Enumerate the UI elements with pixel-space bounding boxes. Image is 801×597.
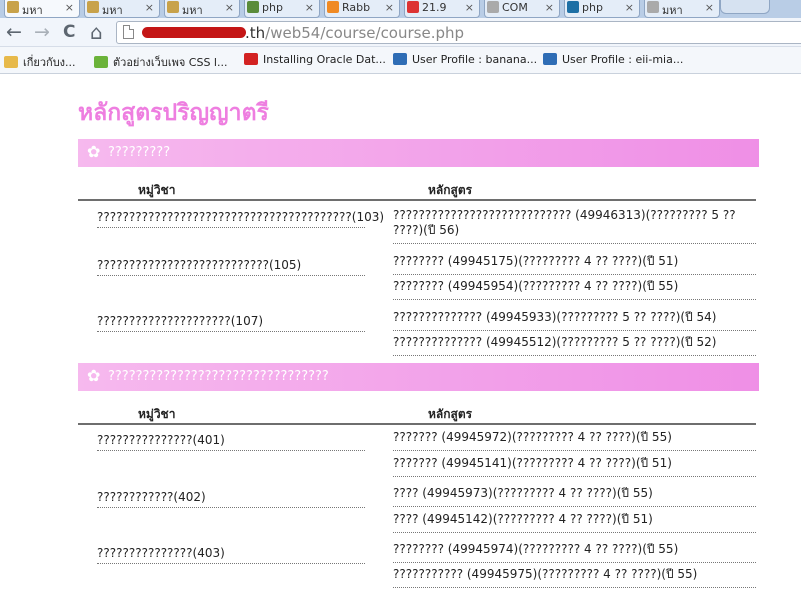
course-entry[interactable]: ?????????????? (49945933)(????????? 5 ??… — [393, 310, 756, 331]
tab-label: 21.9 — [422, 1, 447, 14]
bookmark-label: ตัวอย่างเว็บเพจ CSS l... — [113, 56, 228, 69]
wordpress-icon — [567, 1, 579, 13]
course-entry[interactable]: ???????????????????????????? (49946313)(… — [393, 208, 756, 244]
gear-icon: ✿ — [87, 366, 101, 385]
tab-label: COM — [502, 1, 528, 14]
close-tab-icon[interactable]: × — [305, 1, 314, 14]
close-tab-icon[interactable]: × — [145, 1, 154, 14]
bookmark-label: User Profile : eii-mia... — [562, 53, 684, 66]
group-name[interactable]: ???????????????(401) — [97, 433, 365, 451]
column-header-group: หมู่วิชา — [138, 183, 176, 197]
home-icon[interactable]: ⌂ — [90, 21, 103, 43]
page-icon — [123, 25, 134, 39]
star-icon — [94, 56, 108, 68]
section-header: ✿ ???????????????????????????????? — [78, 363, 759, 391]
course-entry[interactable]: ???? (49945973)(????????? 4 ?? ????)(ปี … — [393, 486, 756, 507]
blogger-icon — [327, 1, 339, 13]
column-header-course: หลักสูตร — [428, 407, 473, 421]
column-header-group: หมู่วิชา — [138, 407, 176, 421]
page-title: หลักสูตรปริญญาตรี — [78, 100, 269, 126]
group-name[interactable]: ????????????????????????????????????????… — [97, 210, 384, 228]
group-name[interactable]: ?????????????????????(107) — [97, 314, 365, 332]
page-icon — [167, 1, 179, 13]
bookmark-item[interactable]: Installing Oracle Dat... — [244, 53, 386, 66]
url-host: .th — [245, 24, 266, 42]
page-icon — [487, 1, 499, 13]
browser-tab[interactable]: มหา × — [4, 0, 80, 18]
browser-tab[interactable]: มหา × — [644, 0, 720, 18]
back-icon[interactable]: ← — [6, 21, 22, 43]
course-entry[interactable]: ???? (49945142)(????????? 4 ?? ????)(ปี … — [393, 512, 756, 533]
close-tab-icon[interactable]: × — [225, 1, 234, 14]
forward-icon[interactable]: → — [34, 21, 50, 43]
close-tab-icon[interactable]: × — [65, 1, 74, 14]
close-tab-icon[interactable]: × — [465, 1, 474, 14]
course-entry[interactable]: ??????? (49945972)(????????? 4 ?? ????)(… — [393, 430, 756, 451]
bookmarks-bar: เกี่ยวกับง... ตัวอย่างเว็บเพจ CSS l... I… — [0, 47, 801, 74]
browser-tab[interactable]: php × — [564, 0, 640, 18]
course-entry[interactable]: ??????? (49945141)(????????? 4 ?? ????)(… — [393, 456, 756, 477]
tab-label: php — [262, 1, 283, 14]
course-entry[interactable]: ???????? (49945954)(????????? 4 ?? ????)… — [393, 279, 756, 300]
close-tab-icon[interactable]: × — [545, 1, 554, 14]
url-path: /web54/course/course.php — [265, 24, 465, 42]
tab-strip: มหา × มหา × มหา × php × Rabb × 21.9 × CO… — [0, 0, 801, 18]
tab-label: มหา — [182, 4, 203, 17]
group-name[interactable]: ???????????????????????????(105) — [97, 258, 365, 276]
close-tab-icon[interactable]: × — [625, 1, 634, 14]
redacted-host — [142, 27, 246, 38]
tab-label: มหา — [102, 4, 123, 17]
bookmark-label: Installing Oracle Dat... — [263, 53, 386, 66]
course-entry[interactable]: ?????????????? (49945512)(????????? 5 ??… — [393, 335, 756, 356]
course-entry[interactable]: ???????? (49945974)(????????? 4 ?? ????)… — [393, 542, 756, 563]
header-divider — [78, 199, 756, 201]
browser-tab[interactable]: php × — [244, 0, 320, 18]
tab-label: php — [582, 1, 603, 14]
browser-tab[interactable]: COM × — [484, 0, 560, 18]
section-title: ????????? — [108, 145, 171, 160]
bookmark-item[interactable]: User Profile : eii-mia... — [543, 53, 683, 66]
oracle-icon — [407, 1, 419, 13]
section-title: ???????????????????????????????? — [108, 369, 329, 384]
profile-icon — [543, 53, 557, 65]
browser-tab[interactable]: 21.9 × — [404, 0, 480, 18]
profile-icon — [393, 53, 407, 65]
new-tab-button[interactable] — [720, 0, 770, 14]
browser-tab[interactable]: มหา × — [84, 0, 160, 18]
page-icon — [7, 1, 19, 13]
close-tab-icon[interactable]: × — [705, 1, 714, 14]
gear-icon: ✿ — [87, 142, 101, 161]
oracle-icon — [244, 53, 258, 65]
browser-toolbar: ← → C ⌂ .th/web54/course/course.php — [0, 18, 801, 47]
folder-icon — [4, 56, 18, 68]
bookmark-label: User Profile : banana... — [412, 53, 538, 66]
course-entry[interactable]: ???????? (49945175)(????????? 4 ?? ????)… — [393, 254, 756, 275]
group-name[interactable]: ????????????(402) — [97, 490, 365, 508]
reload-icon[interactable]: C — [63, 21, 75, 43]
tab-label: มหา — [22, 4, 43, 17]
page-icon — [647, 1, 659, 13]
header-divider — [78, 423, 756, 425]
address-bar[interactable]: .th/web54/course/course.php — [116, 21, 801, 44]
url-text: .th/web54/course/course.php — [245, 24, 464, 42]
browser-tab[interactable]: มหา × — [164, 0, 240, 18]
tab-label: Rabb — [342, 1, 371, 14]
section-header: ✿ ????????? — [78, 139, 759, 167]
course-entry[interactable]: ??????????? (49945975)(????????? 4 ?? ??… — [393, 567, 756, 588]
bookmark-item[interactable]: User Profile : banana... — [393, 53, 537, 66]
column-header-course: หลักสูตร — [428, 183, 473, 197]
group-name[interactable]: ???????????????(403) — [97, 546, 365, 564]
bookmark-item[interactable]: เกี่ยวกับง... — [4, 53, 76, 71]
tab-label: มหา — [662, 4, 683, 17]
page-icon — [87, 1, 99, 13]
browser-tab[interactable]: Rabb × — [324, 0, 400, 18]
bookmark-item[interactable]: ตัวอย่างเว็บเพจ CSS l... — [94, 53, 227, 71]
close-tab-icon[interactable]: × — [385, 1, 394, 14]
page-icon — [247, 1, 259, 13]
bookmark-label: เกี่ยวกับง... — [23, 56, 76, 69]
